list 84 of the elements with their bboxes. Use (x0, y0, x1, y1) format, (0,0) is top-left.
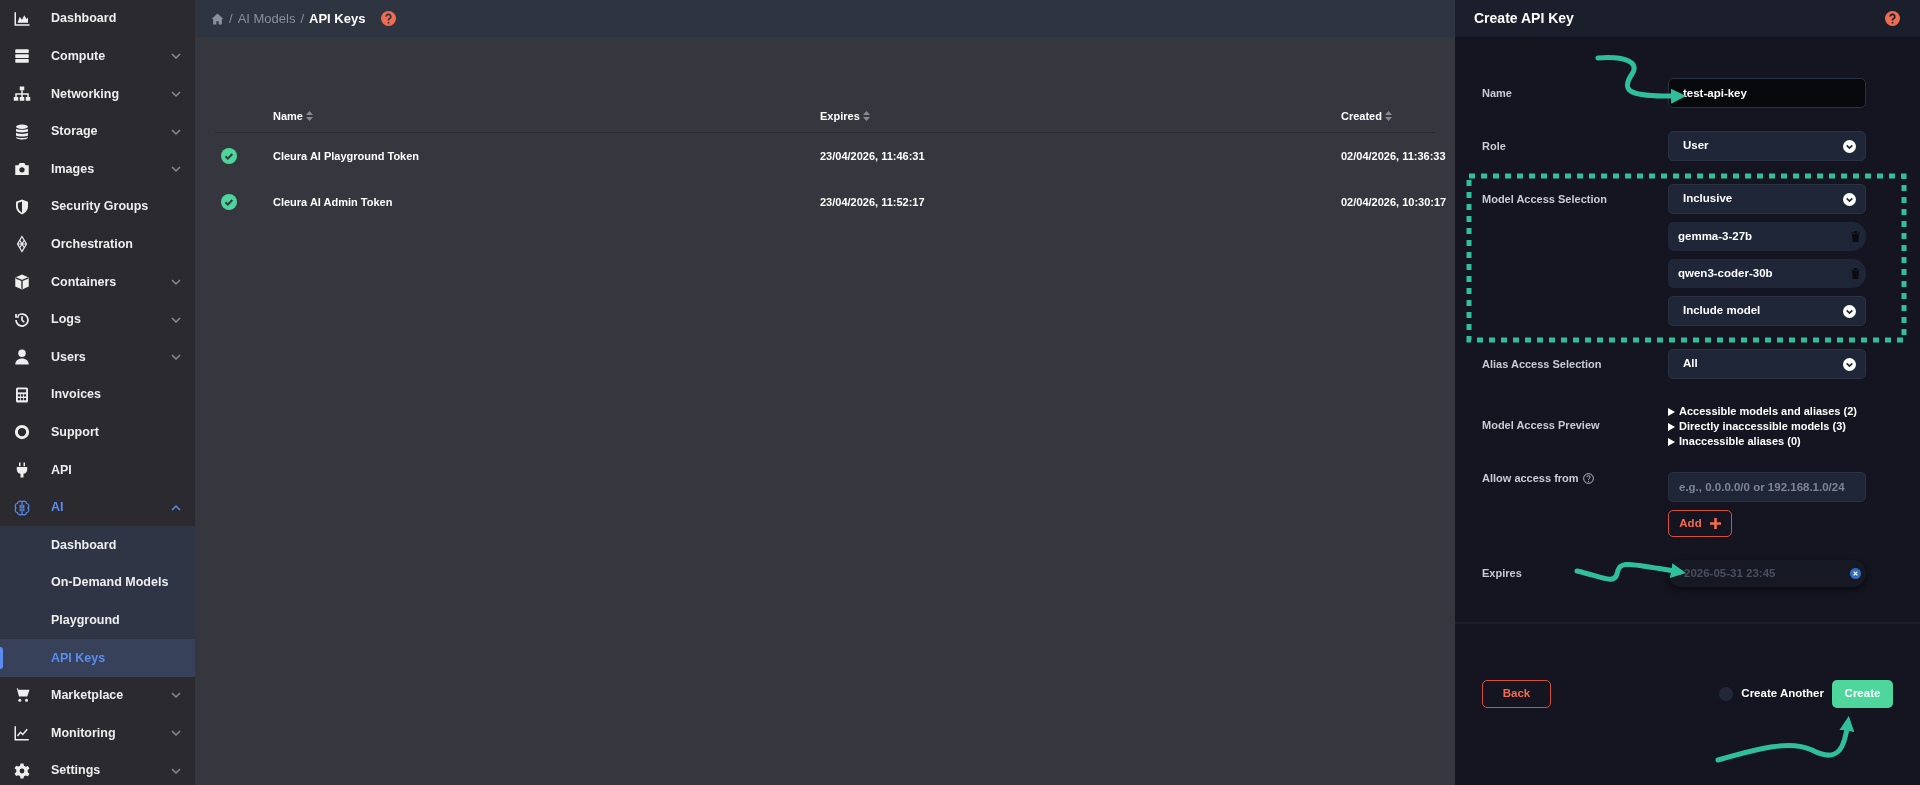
select-field[interactable]: All (1668, 349, 1866, 379)
submenu-item[interactable]: Playground (0, 601, 195, 640)
history-icon (13, 310, 31, 329)
sidebar-item[interactable]: AI (0, 488, 195, 527)
sort-icon (1384, 111, 1392, 121)
select-field[interactable]: Inclusive (1668, 184, 1866, 214)
chevron-down-icon (1843, 304, 1856, 318)
trash-icon[interactable] (1851, 268, 1860, 279)
disclosure-item[interactable]: Accessible models and aliases (2) (1668, 404, 1857, 419)
plus-icon (1709, 518, 1721, 529)
breadcrumb-link[interactable]: AI Models (237, 8, 296, 29)
sidebar-item[interactable]: Storage (0, 112, 195, 151)
brain-icon (13, 498, 31, 517)
field-label: Model Access Selection (1482, 191, 1607, 207)
chevron-down-icon (1843, 139, 1856, 153)
clear-icon[interactable] (1850, 568, 1861, 579)
sidebar-item[interactable]: Networking (0, 75, 195, 113)
sidebar-item[interactable]: API (0, 451, 195, 489)
panel-title: Create API Key (1474, 9, 1574, 28)
toggle[interactable] (1719, 687, 1734, 701)
field-label: Allow access from (1482, 470, 1579, 486)
sidebar-item[interactable]: Invoices (0, 375, 195, 414)
chart-icon (13, 9, 31, 28)
add-button[interactable]: Add (1668, 510, 1732, 537)
gear-icon (13, 761, 31, 780)
field-label: Expires (1482, 566, 1522, 582)
sidebar-item[interactable]: Security Groups (0, 187, 195, 226)
field-label: Alias Access Selection (1482, 356, 1602, 372)
cube-icon (13, 272, 31, 291)
submenu-item[interactable]: Dashboard (0, 526, 195, 564)
field-label: Name (1482, 85, 1512, 101)
sidebar-item[interactable]: Logs (0, 300, 195, 339)
shield-icon (13, 197, 31, 216)
sidebar-item[interactable]: Support (0, 413, 195, 452)
trash-icon[interactable] (1851, 231, 1860, 242)
line-chart-icon (13, 724, 31, 743)
column-header[interactable]: Name (273, 107, 303, 125)
breadcrumb-current: API Keys (309, 9, 366, 28)
text-input[interactable]: test-api-key (1668, 78, 1866, 108)
ip-input[interactable]: e.g., 0.0.0.0/0 or 192.168.1.0/24 (1668, 472, 1866, 502)
sidebar-item[interactable]: Compute (0, 37, 195, 76)
table-cell-text: 23/04/2026, 11:52:17 (820, 194, 926, 210)
sidebar-item[interactable]: Orchestration (0, 225, 195, 264)
model-name: qwen3-coder-30b (1678, 265, 1773, 281)
sort-icon (305, 111, 313, 121)
column-header[interactable]: Created (1341, 107, 1382, 125)
breadcrumb-separator: / (229, 9, 233, 28)
toggle-label: Create Another (1741, 686, 1824, 702)
server-icon (13, 47, 31, 66)
user-icon (13, 348, 31, 367)
disclosure-item[interactable]: Directly inaccessible models (3) (1668, 419, 1857, 434)
select-field[interactable]: User (1668, 131, 1866, 161)
chevron-down-icon (1843, 357, 1856, 371)
sort-icon (862, 111, 870, 121)
database-icon (13, 122, 31, 141)
sidebar-item[interactable]: Monitoring (0, 714, 195, 752)
model-name: gemma-3-27b (1678, 228, 1753, 244)
calculator-icon (13, 385, 31, 404)
help-icon (381, 11, 397, 26)
table-cell-text: Cleura AI Admin Token (273, 194, 394, 210)
home-icon[interactable] (211, 12, 224, 25)
field-label: Role (1482, 138, 1506, 154)
back-button[interactable]: Back (1482, 680, 1551, 708)
table-cell-text: 02/04/2026, 11:36:33 (1341, 148, 1447, 164)
field-label: Model Access Preview (1482, 417, 1600, 433)
network-icon (13, 85, 31, 103)
table-cell-text: Cleura AI Playground Token (273, 148, 421, 164)
column-header[interactable]: Expires (820, 107, 860, 125)
sidebar-item[interactable]: Images (0, 150, 195, 188)
disclosure-item[interactable]: Inaccessible aliases (0) (1668, 434, 1857, 449)
submenu-item[interactable]: On-Demand Models (0, 563, 195, 602)
help-icon (1885, 11, 1900, 26)
breadcrumb-separator: / (300, 9, 305, 28)
help-circle-icon (1582, 472, 1594, 484)
sidebar-item[interactable]: Users (0, 338, 195, 376)
select-field[interactable]: Include model (1668, 296, 1866, 326)
sidebar-item[interactable]: Marketplace (0, 676, 195, 715)
sidebar-item[interactable]: Dashboard (0, 0, 195, 38)
lifebuoy-icon (13, 423, 31, 442)
table-cell-text: 02/04/2026, 10:30:17 (1341, 194, 1448, 210)
sidebar-item[interactable]: Settings (0, 751, 195, 785)
sidebar-item[interactable]: Containers (0, 263, 195, 301)
chevron-down-icon (1843, 192, 1856, 206)
table-cell-text: 23/04/2026, 11:46:31 (820, 148, 926, 164)
